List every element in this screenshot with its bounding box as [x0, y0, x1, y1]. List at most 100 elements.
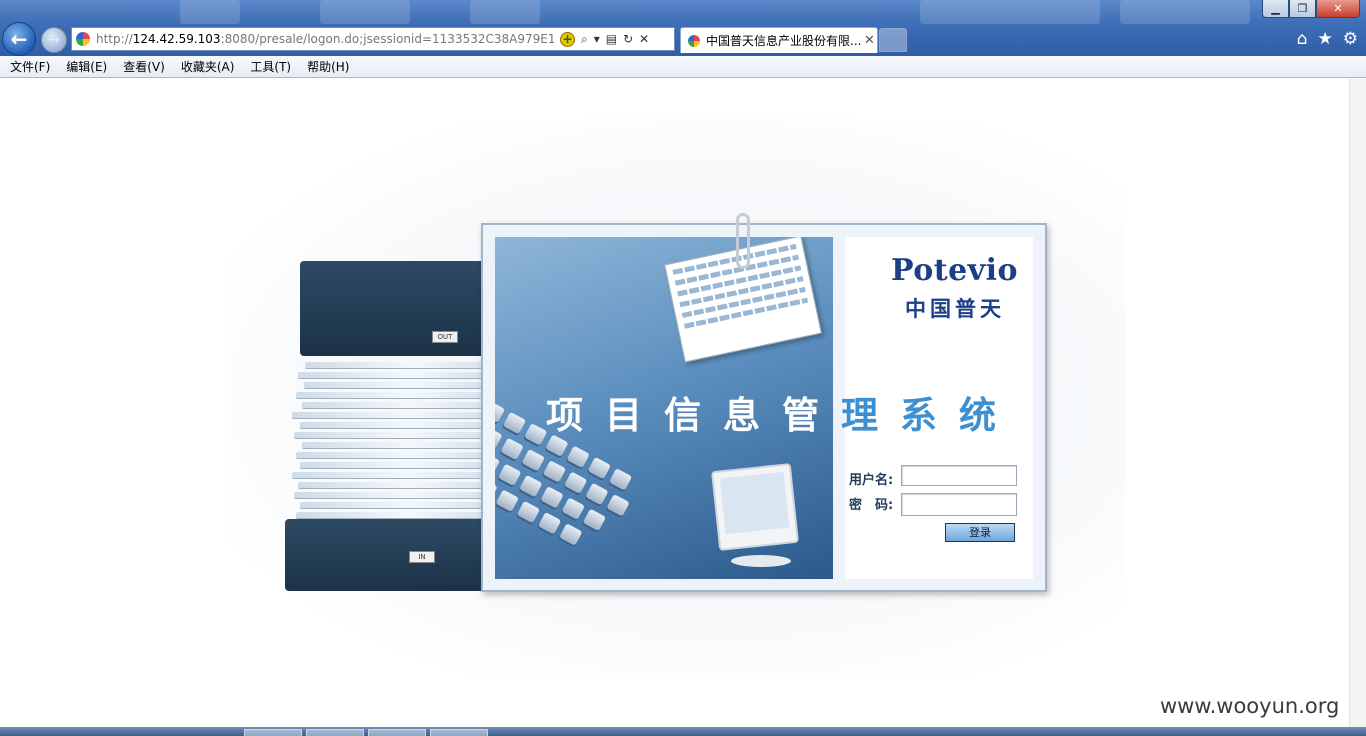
- key: [559, 523, 583, 546]
- paper: [304, 382, 482, 388]
- paper: [294, 432, 484, 438]
- key: [502, 411, 527, 435]
- tray-out-label: OUT: [432, 331, 458, 343]
- url-scheme: http://: [96, 32, 133, 46]
- key: [537, 511, 562, 535]
- forward-button[interactable]: →: [41, 27, 67, 53]
- page-icon[interactable]: ▤: [606, 32, 617, 46]
- refresh-icon[interactable]: ↻: [623, 32, 633, 46]
- blurred-background: [1120, 0, 1250, 24]
- key: [606, 494, 630, 517]
- paper: [296, 392, 484, 398]
- tray-top: OUT: [300, 261, 490, 356]
- web-page: OUT IN Potevio 中国普天 项目信息管理系统 用户名: 密 码: 登…: [0, 79, 1366, 727]
- key: [582, 508, 607, 532]
- login-panel: Potevio 中国普天 项目信息管理系统 用户名: 密 码: 登录: [481, 213, 1047, 592]
- paper: [300, 422, 484, 428]
- window-controls: ▁ ❐ ✕: [1262, 0, 1360, 18]
- brand-logo-en: Potevio: [891, 253, 1019, 288]
- browser-right-icons: ⌂ ★ ⚙: [1297, 29, 1358, 49]
- key: [521, 448, 545, 472]
- menu-edit[interactable]: 编辑(E): [66, 58, 107, 75]
- menu-tools[interactable]: 工具(T): [250, 58, 291, 75]
- key: [566, 445, 590, 469]
- paperclip-icon: [736, 213, 750, 269]
- watermark-text: www.wooyun.org: [1160, 694, 1340, 718]
- username-input[interactable]: [901, 465, 1017, 486]
- key: [563, 471, 588, 495]
- taskbar-item[interactable]: [244, 729, 302, 736]
- paper: [300, 462, 484, 468]
- key: [561, 497, 585, 520]
- home-icon[interactable]: ⌂: [1297, 29, 1308, 49]
- menu-view[interactable]: 查看(V): [123, 58, 165, 75]
- new-tab-button[interactable]: [879, 28, 907, 52]
- url-text[interactable]: http://124.42.59.103:8080/presale/logon.…: [96, 32, 554, 46]
- taskbar-item[interactable]: [306, 729, 364, 736]
- paper: [298, 372, 483, 378]
- tray-bottom: IN: [285, 519, 485, 591]
- login-button[interactable]: 登录: [945, 523, 1015, 542]
- key: [500, 437, 524, 461]
- url-host: 124.42.59.103: [132, 32, 221, 46]
- menu-favorites[interactable]: 收藏夹(A): [181, 58, 235, 75]
- key: [540, 486, 564, 509]
- menu-bar: 文件(F) 编辑(E) 查看(V) 收藏夹(A) 工具(T) 帮助(H): [0, 56, 1366, 78]
- favorites-star-icon[interactable]: ★: [1318, 29, 1333, 49]
- paper: [296, 512, 484, 518]
- stop-icon[interactable]: ✕: [639, 32, 649, 46]
- key: [585, 482, 609, 506]
- address-bar[interactable]: http://124.42.59.103:8080/presale/logon.…: [71, 27, 675, 51]
- blurred-background: [920, 0, 1100, 24]
- monitor-screen: [719, 471, 790, 535]
- blurred-background: [180, 0, 240, 24]
- key: [495, 489, 519, 513]
- compatibility-view-icon[interactable]: +: [560, 31, 575, 47]
- paper: [300, 502, 484, 508]
- restore-button[interactable]: ❐: [1289, 0, 1316, 18]
- back-button[interactable]: ←: [2, 22, 36, 56]
- password-label: 密 码:: [849, 498, 894, 513]
- paper: [302, 402, 484, 408]
- paper: [296, 452, 484, 458]
- windows-taskbar: [0, 727, 1366, 736]
- blurred-background: [470, 0, 540, 24]
- system-title: 项目信息管理系统: [546, 385, 1026, 439]
- tab-close-icon[interactable]: ✕: [864, 33, 875, 48]
- key: [497, 463, 522, 487]
- browser-tab-active[interactable]: 中国普天信息产业股份有限... ✕: [680, 27, 878, 53]
- system-title-white: 项目信息管: [546, 394, 841, 437]
- menu-file[interactable]: 文件(F): [10, 58, 50, 75]
- paper: [302, 442, 484, 448]
- key: [524, 423, 548, 446]
- site-favicon-icon: [76, 32, 90, 46]
- menu-help[interactable]: 帮助(H): [307, 58, 349, 75]
- tab-favicon-icon: [688, 34, 700, 47]
- address-bar-icons: + ⌕ ▾ ▤ ↻ ✕: [560, 31, 649, 47]
- monitor-image: [711, 463, 799, 551]
- key: [587, 456, 611, 480]
- arrow-left-icon: ←: [10, 27, 28, 51]
- paper: [294, 492, 484, 498]
- key: [495, 452, 501, 475]
- gear-icon[interactable]: ⚙: [1343, 29, 1358, 49]
- taskbar-item[interactable]: [368, 729, 426, 736]
- arrow-right-icon: →: [48, 32, 60, 48]
- key: [608, 468, 633, 491]
- tab-title: 中国普天信息产业股份有限...: [706, 34, 862, 48]
- paper: [292, 472, 484, 478]
- paper: [292, 412, 484, 418]
- system-title-blue: 理系统: [841, 394, 1018, 437]
- minimize-button[interactable]: ▁: [1262, 0, 1289, 18]
- taskbar-item[interactable]: [430, 729, 488, 736]
- url-path: :8080/presale/logon.do;jsessionid=113353…: [220, 32, 554, 46]
- dropdown-arrow-icon[interactable]: ▾: [594, 32, 600, 46]
- paper: [305, 362, 485, 368]
- password-input[interactable]: [901, 493, 1017, 516]
- search-icon[interactable]: ⌕: [581, 32, 588, 47]
- vertical-scrollbar[interactable]: [1349, 79, 1366, 727]
- brand-logo-cn: 中国普天: [905, 297, 1005, 321]
- tray-in-label: IN: [409, 551, 435, 563]
- key: [519, 474, 543, 498]
- close-button[interactable]: ✕: [1316, 0, 1360, 18]
